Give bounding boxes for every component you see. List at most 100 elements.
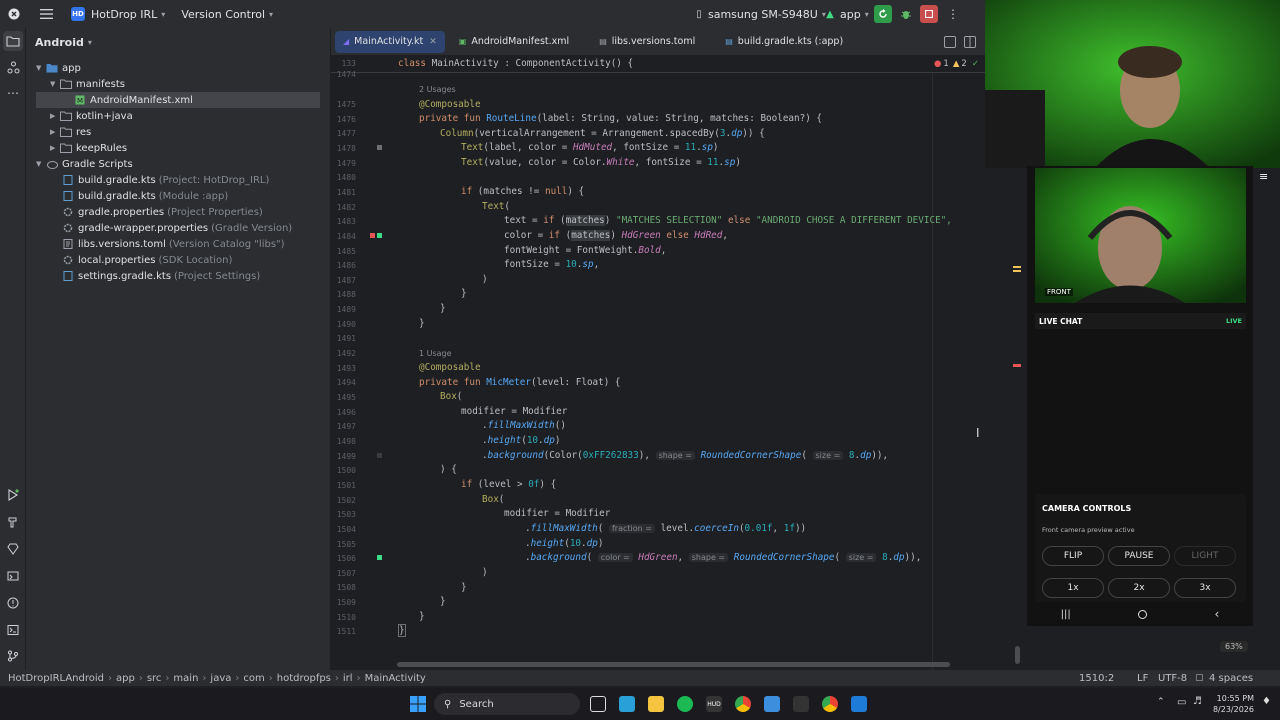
file-explorer-icon[interactable] <box>648 696 664 712</box>
cursor-position[interactable]: 1510:2 <box>1079 673 1114 684</box>
breadcrumb-item[interactable]: hotdropfps <box>277 673 331 684</box>
back-icon[interactable]: ‹ <box>1215 607 1220 621</box>
lock-icon[interactable]: ▢ <box>1195 673 1204 683</box>
volume-icon[interactable]: ♬ <box>1193 696 1202 707</box>
chrome-icon[interactable] <box>735 696 751 712</box>
breadcrumb-item[interactable]: irl <box>343 673 353 684</box>
color-swatch-green[interactable] <box>377 233 382 238</box>
expand-arrow-icon[interactable]: ▶ <box>50 112 60 120</box>
color-swatch-green[interactable] <box>377 555 382 560</box>
breakpoint-marker[interactable] <box>377 145 382 150</box>
gem-icon[interactable] <box>5 541 21 557</box>
inspection-widget[interactable]: ● 1 ▲ 2 ✓ <box>934 59 979 69</box>
project-switcher[interactable]: HD HotDrop IRL ▾ <box>59 0 171 28</box>
android-studio-icon[interactable] <box>764 696 780 712</box>
vscode-icon[interactable] <box>851 696 867 712</box>
breadcrumb-item[interactable]: main <box>173 673 198 684</box>
tree-item-manifests[interactable]: ▼ manifests <box>50 76 125 92</box>
task-view-icon[interactable] <box>590 696 606 712</box>
vertical-scrollbar[interactable] <box>1015 646 1020 664</box>
terminal-app-icon[interactable] <box>793 696 809 712</box>
clock[interactable]: 10:55 PM 8/23/2026 <box>1210 693 1254 715</box>
code-editor[interactable]: 133 class MainActivity : ComponentActivi… <box>331 56 1023 670</box>
tree-item-gradle-wrapper[interactable]: gradle-wrapper.properties (Gradle Versio… <box>62 220 292 236</box>
breadcrumb-item[interactable]: MainActivity <box>365 673 426 684</box>
horizontal-scrollbar[interactable] <box>397 662 950 667</box>
debug-bug-icon[interactable] <box>897 5 915 23</box>
breadcrumb-item[interactable]: HotDropIRLAndroid <box>8 673 104 684</box>
structure-icon[interactable] <box>5 59 21 75</box>
split-editor-icon[interactable] <box>964 36 976 48</box>
tab-mainactivity[interactable]: ◢ MainActivity.kt ✕ <box>335 30 445 53</box>
expand-arrow-icon[interactable]: ▼ <box>50 80 60 88</box>
spotify-icon[interactable] <box>677 696 693 712</box>
expand-arrow-icon[interactable]: ▶ <box>50 144 60 152</box>
terminal-icon[interactable] <box>5 622 21 638</box>
scroll-marker-warning[interactable] <box>1013 270 1021 272</box>
main-menu-icon[interactable] <box>26 0 59 28</box>
close-icon[interactable]: ✕ <box>429 37 437 47</box>
scroll-marker-warning[interactable] <box>1013 266 1021 268</box>
tab-libs-versions[interactable]: ▤ libs.versions.toml <box>591 31 703 53</box>
breadcrumb-item[interactable]: app <box>116 673 135 684</box>
tree-item-libs-versions[interactable]: libs.versions.toml (Version Catalog "lib… <box>62 236 285 252</box>
build-hammer-icon[interactable] <box>5 514 21 530</box>
tree-item-res[interactable]: ▶ res <box>50 124 91 140</box>
run-config-selector[interactable]: ▲ app ▾ <box>817 0 875 28</box>
vcs-menu[interactable]: Version Control ▾ <box>171 0 279 28</box>
tree-item-app[interactable]: ▼ app <box>36 60 81 76</box>
taskbar-search[interactable]: ⚲ Search <box>434 693 580 715</box>
notes-app-icon[interactable] <box>619 696 635 712</box>
reader-mode-icon[interactable] <box>944 36 956 48</box>
indent-setting[interactable]: 4 spaces <box>1209 673 1253 684</box>
scroll-marker-error[interactable] <box>1013 364 1021 367</box>
project-folder-icon[interactable] <box>3 31 23 51</box>
line-separator[interactable]: LF <box>1137 673 1148 684</box>
tray-chevron-icon[interactable]: ⌃ <box>1157 697 1165 707</box>
home-icon[interactable] <box>1138 609 1148 619</box>
tree-item-build-gradle-module[interactable]: build.gradle.kts (Module :app) <box>62 188 228 204</box>
tab-android-manifest[interactable]: ▣ AndroidManifest.xml <box>451 31 577 53</box>
more-tools-icon[interactable]: ⋯ <box>5 85 21 101</box>
stop-button[interactable] <box>920 5 938 23</box>
app-logo-icon[interactable] <box>0 0 26 28</box>
logcat-icon[interactable] <box>5 568 21 584</box>
network-icon[interactable]: ▭ <box>1177 697 1186 708</box>
flip-button[interactable]: FLIP <box>1042 546 1104 566</box>
breadcrumb-item[interactable]: com <box>243 673 264 684</box>
zoom-2x-button[interactable]: 2x <box>1108 578 1170 598</box>
tree-item-build-gradle-project[interactable]: build.gradle.kts (Project: HotDrop_IRL) <box>62 172 269 188</box>
run-panel-icon[interactable] <box>5 487 21 503</box>
hud-app-icon[interactable]: HUD <box>706 696 722 712</box>
rerun-button[interactable] <box>874 5 892 23</box>
tree-item-local-properties[interactable]: local.properties (SDK Location) <box>62 252 232 268</box>
file-encoding[interactable]: UTF-8 <box>1158 673 1187 684</box>
tree-item-settings-gradle[interactable]: settings.gradle.kts (Project Settings) <box>62 268 260 284</box>
breakpoint-marker[interactable] <box>377 453 382 458</box>
project-view-selector[interactable]: Android ▾ <box>26 28 330 56</box>
color-swatch-red[interactable] <box>370 233 375 238</box>
recents-icon[interactable]: ||| <box>1061 609 1071 620</box>
windows-start-icon[interactable] <box>410 696 426 712</box>
notification-bell-icon[interactable]: ♦ <box>1262 696 1271 707</box>
pause-button[interactable]: PAUSE <box>1108 546 1170 566</box>
expand-arrow-icon[interactable]: ▼ <box>36 160 46 168</box>
tree-item-kotlin-java[interactable]: ▶ kotlin+java <box>50 108 133 124</box>
light-button[interactable]: LIGHT <box>1174 546 1236 566</box>
expand-arrow-icon[interactable]: ▼ <box>36 64 46 72</box>
tree-item-gradle-scripts[interactable]: ▼ Gradle Scripts <box>36 156 133 172</box>
tab-build-gradle[interactable]: ▤ build.gradle.kts (:app) <box>717 31 851 53</box>
breadcrumb-item[interactable]: java <box>210 673 231 684</box>
more-icon[interactable]: ⋮ <box>941 0 965 28</box>
usages-hint[interactable]: 2 Usages <box>419 85 456 94</box>
tree-item-gradle-properties[interactable]: gradle.properties (Project Properties) <box>62 204 263 220</box>
chrome-icon[interactable] <box>822 696 838 712</box>
expand-arrow-icon[interactable]: ▶ <box>50 128 60 136</box>
git-branch-icon[interactable] <box>5 648 21 664</box>
usages-hint[interactable]: 1 Usage <box>419 349 452 358</box>
chat-area[interactable] <box>1035 329 1246 493</box>
zoom-1x-button[interactable]: 1x <box>1042 578 1104 598</box>
breadcrumb-item[interactable]: src <box>147 673 162 684</box>
zoom-3x-button[interactable]: 3x <box>1174 578 1236 598</box>
device-selector[interactable]: ▯ samsung SM-S948U ▾ <box>686 0 832 28</box>
